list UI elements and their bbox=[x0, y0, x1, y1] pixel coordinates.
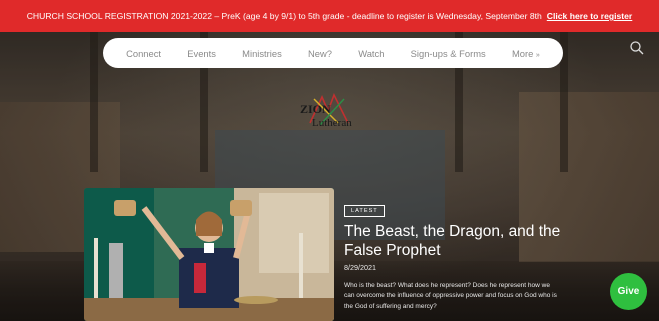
zion-lutheran-logo[interactable]: ZION Lutheran bbox=[298, 93, 370, 135]
sermon-title[interactable]: The Beast, the Dragon, and the False Pro… bbox=[344, 222, 574, 260]
sermon-date: 8/29/2021 bbox=[344, 263, 376, 272]
nav-more[interactable]: More » bbox=[512, 48, 540, 59]
nav-ministries[interactable]: Ministries bbox=[242, 48, 282, 59]
logo-graphic: ZION Lutheran bbox=[300, 93, 352, 129]
nav-new[interactable]: New? bbox=[308, 48, 332, 59]
svg-text:ZION: ZION bbox=[300, 102, 331, 116]
nav-signups[interactable]: Sign-ups & Forms bbox=[411, 48, 486, 59]
svg-text:Lutheran: Lutheran bbox=[312, 117, 352, 129]
nav-events[interactable]: Events bbox=[187, 48, 216, 59]
nav-connect[interactable]: Connect bbox=[126, 48, 161, 59]
registration-banner: CHURCH SCHOOL REGISTRATION 2021-2022 – P… bbox=[0, 0, 659, 32]
give-button[interactable]: Give bbox=[610, 273, 647, 310]
video-scene bbox=[84, 188, 334, 321]
main-nav: Connect Events Ministries New? Watch Sig… bbox=[103, 38, 563, 68]
chevron-down-icon: » bbox=[535, 51, 540, 59]
sermon-excerpt: Who is the beast? What does he represent… bbox=[344, 282, 557, 310]
register-link[interactable]: Click here to register bbox=[547, 11, 633, 21]
latest-badge: LATEST bbox=[344, 205, 385, 217]
sermon-video-thumbnail[interactable] bbox=[84, 188, 334, 321]
banner-text: CHURCH SCHOOL REGISTRATION 2021-2022 – P… bbox=[26, 11, 542, 21]
nav-watch[interactable]: Watch bbox=[358, 48, 384, 59]
nav-more-label: More bbox=[511, 47, 534, 59]
search-icon[interactable] bbox=[629, 40, 645, 56]
